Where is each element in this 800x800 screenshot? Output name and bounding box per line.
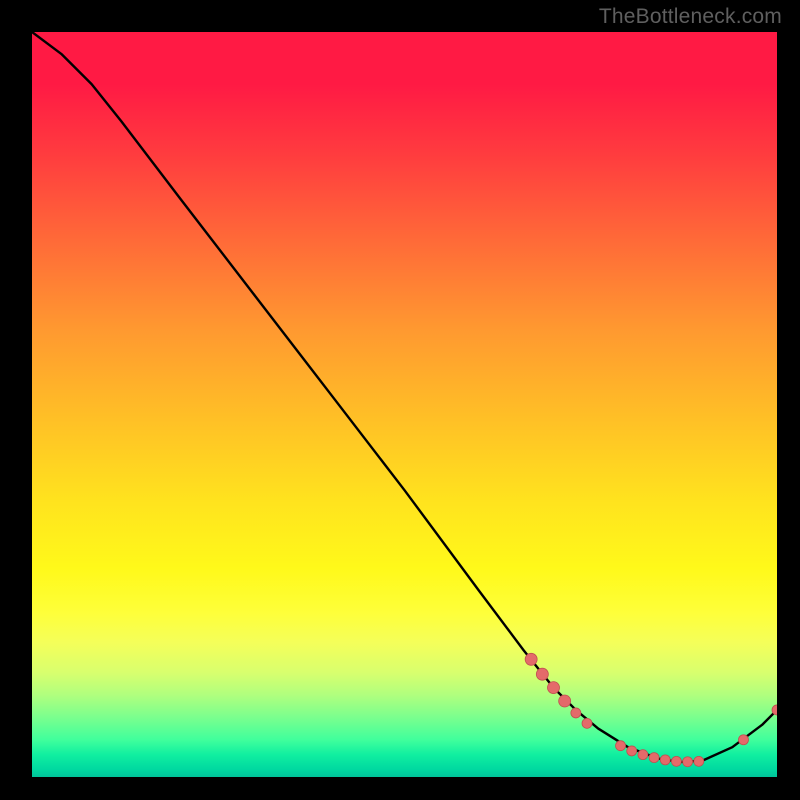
data-point <box>683 757 693 767</box>
data-point <box>536 668 548 680</box>
data-point <box>694 756 704 766</box>
data-point <box>582 718 592 728</box>
data-point <box>616 741 626 751</box>
data-point <box>738 735 748 745</box>
data-point <box>671 756 681 766</box>
watermark-text: TheBottleneck.com <box>599 5 782 29</box>
data-point <box>649 753 659 763</box>
data-point <box>548 682 560 694</box>
data-point <box>638 750 648 760</box>
data-point <box>660 755 670 765</box>
chart-frame: TheBottleneck.com <box>0 0 800 800</box>
data-point <box>559 695 571 707</box>
data-point <box>525 653 537 665</box>
curve-line <box>32 32 777 762</box>
data-point <box>571 708 581 718</box>
data-point <box>627 746 637 756</box>
chart-plot-area <box>32 32 777 777</box>
curve-markers <box>525 653 777 766</box>
chart-svg <box>32 32 777 777</box>
